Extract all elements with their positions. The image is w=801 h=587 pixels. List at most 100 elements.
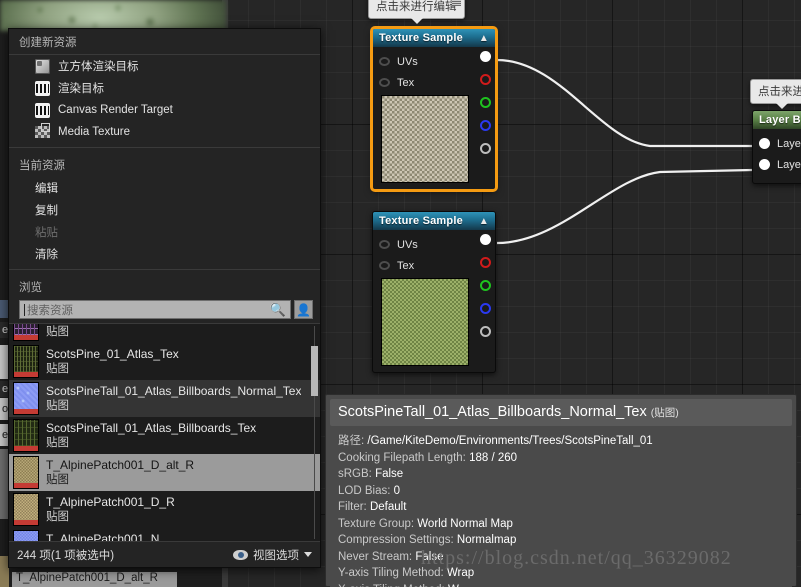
menu-item-cube-render-target[interactable]: 立方体渲染目标	[9, 55, 320, 77]
output-pin-rgb[interactable]	[480, 51, 491, 62]
asset-type: 贴图	[46, 510, 69, 523]
details-row: Y-axis Tiling Method: Wrap	[338, 565, 784, 582]
node-input-uvs[interactable]: UVs	[373, 51, 495, 72]
list-item[interactable]: ScotsPineTall_01_Atlas_Billboards_Normal…	[9, 380, 320, 417]
node-title-label: Texture Sample	[379, 215, 463, 227]
menu-item-clear[interactable]: 清除	[9, 243, 320, 265]
node-input-uvs[interactable]: UVs	[373, 234, 495, 255]
details-row-label: Compression Settings:	[338, 534, 454, 546]
menu-item-copy[interactable]: 复制	[9, 199, 320, 221]
node-texture-sample-1[interactable]: Texture Sample ▲ UVs Tex	[372, 28, 496, 190]
menu-item-label: 渲染目标	[58, 83, 104, 95]
chevron-down-icon	[304, 552, 312, 557]
output-pin-a[interactable]	[480, 143, 491, 154]
details-row-value: 0	[393, 484, 401, 497]
details-row-label: Texture Group:	[338, 517, 415, 530]
browse-section-header: 浏览	[19, 282, 42, 294]
node-input-tex[interactable]: Tex	[373, 72, 495, 93]
chevron-up-icon[interactable]: ▲	[479, 216, 489, 227]
details-row-value: W	[448, 584, 459, 587]
node-input-tex[interactable]: Tex	[373, 255, 495, 276]
list-item[interactable]: ScotsPine_01_Atlas_Specular_Tex 贴图	[9, 324, 320, 343]
asset-type: 贴图	[46, 362, 69, 375]
asset-list[interactable]: ScotsPine_01_Atlas_Specular_Tex 贴图 Scots…	[9, 323, 320, 541]
node-input-layer-1[interactable]: Layer	[753, 133, 801, 154]
list-item[interactable]: ScotsPineTall_01_Atlas_Billboards_Tex 贴图	[9, 417, 320, 454]
asset-name: T_AlpinePatch001_N	[46, 531, 160, 542]
node-body: Layer Layer	[753, 129, 801, 183]
asset-thumbnail	[13, 382, 39, 415]
asset-name: T_AlpinePatch001_D_alt_R	[46, 457, 195, 472]
asset-thumbnail	[13, 345, 39, 378]
details-row-label: Cooking Filepath Length:	[338, 451, 466, 464]
node-output-pins	[480, 234, 491, 337]
menu-item-canvas-render-target[interactable]: Canvas Render Target	[9, 99, 320, 121]
list-item[interactable]: T_AlpinePatch001_D_R 贴图	[9, 491, 320, 528]
menu-item-render-target[interactable]: 渲染目标	[9, 77, 320, 99]
output-pin-b[interactable]	[480, 303, 491, 314]
input-pin-icon[interactable]	[759, 138, 770, 149]
list-item[interactable]: T_AlpinePatch001_D_alt_R 贴图	[9, 454, 320, 491]
details-row-label: Never Stream:	[338, 550, 413, 563]
view-options-button[interactable]: 视图选项	[233, 547, 312, 563]
user-filter-icon[interactable]: 👤	[294, 300, 313, 319]
input-pin-icon[interactable]	[759, 159, 770, 170]
render-target-icon	[35, 80, 50, 96]
node-texture-sample-2[interactable]: Texture Sample ▲ UVs Tex	[372, 211, 496, 373]
output-pin-r[interactable]	[480, 257, 491, 268]
node-body: UVs Tex	[373, 230, 495, 372]
asset-type: 贴图	[46, 436, 69, 449]
node-output-pins	[480, 51, 491, 154]
menu-item-media-texture[interactable]: Media Texture	[9, 121, 320, 143]
menu-item-label: 立方体渲染目标	[58, 61, 139, 73]
list-item[interactable]: ScotsPine_01_Atlas_Tex 贴图	[9, 343, 320, 380]
details-row-label: X-axis Tiling Method:	[338, 584, 445, 587]
input-pin-icon[interactable]	[379, 261, 390, 270]
details-row-value: /Game/KiteDemo/Environments/Trees/ScotsP…	[367, 435, 653, 447]
search-icon[interactable]: 🔍	[270, 302, 286, 318]
details-row-label: 路径:	[338, 435, 365, 447]
node-title-bar[interactable]: Layer B	[753, 111, 801, 129]
details-row-value: False	[415, 550, 444, 563]
menu-item-label: 复制	[35, 205, 58, 217]
tooltip-thumbnail-icon	[451, 0, 461, 6]
details-row: X-axis Tiling Method: W	[338, 582, 784, 587]
node-layer-blend[interactable]: Layer B Layer Layer	[752, 110, 801, 184]
asset-type: 贴图	[46, 473, 69, 486]
output-pin-g[interactable]	[480, 97, 491, 108]
asset-name: ScotsPineTall_01_Atlas_Billboards_Normal…	[46, 383, 302, 398]
output-pin-g[interactable]	[480, 280, 491, 291]
details-body: 路径: /Game/KiteDemo/Environments/Trees/Sc…	[330, 426, 792, 587]
asset-list-status-bar: 244 项(1 项被选中) 视图选项	[9, 541, 320, 567]
output-pin-r[interactable]	[480, 74, 491, 85]
current-section-header: 当前资源	[19, 160, 65, 172]
input-pin-icon[interactable]	[379, 240, 390, 249]
node-title-bar[interactable]: Texture Sample ▲	[373, 212, 495, 230]
chevron-up-icon[interactable]: ▲	[479, 33, 489, 44]
render-target-icon	[35, 102, 50, 118]
list-item[interactable]: T_AlpinePatch001_N 贴图	[9, 528, 320, 541]
input-pin-icon[interactable]	[379, 78, 390, 87]
asset-details-tooltip: ScotsPineTall_01_Atlas_Billboards_Normal…	[325, 394, 797, 587]
details-title-suffix: (贴图)	[650, 407, 679, 419]
details-row-value: Wrap	[446, 567, 475, 579]
text-caret	[24, 303, 25, 316]
output-pin-a[interactable]	[480, 326, 491, 337]
details-row: Filter: Default	[338, 499, 784, 516]
asset-list-scrollbar[interactable]	[311, 326, 318, 539]
viewport-preview-thumbnail	[0, 0, 226, 31]
asset-thumbnail	[13, 493, 39, 526]
node-texture-preview	[381, 278, 469, 366]
tooltip-click-to-edit-right: 点击来进	[750, 79, 801, 109]
input-pin-icon[interactable]	[379, 57, 390, 66]
node-input-layer-2[interactable]: Layer	[753, 154, 801, 175]
asset-picker-popup: 创建新资源 立方体渲染目标 渲染目标 Canvas Render Target …	[8, 28, 321, 568]
scrollbar-thumb[interactable]	[311, 346, 318, 396]
cube-icon	[35, 58, 50, 74]
output-pin-rgb[interactable]	[480, 234, 491, 245]
menu-item-edit[interactable]: 编辑	[9, 177, 320, 199]
asset-count-label: 244 项(1 项被选中)	[17, 549, 115, 562]
node-title-bar[interactable]: Texture Sample ▲	[373, 29, 495, 47]
search-input[interactable]: 搜索资源 🔍	[19, 300, 291, 319]
output-pin-b[interactable]	[480, 120, 491, 131]
